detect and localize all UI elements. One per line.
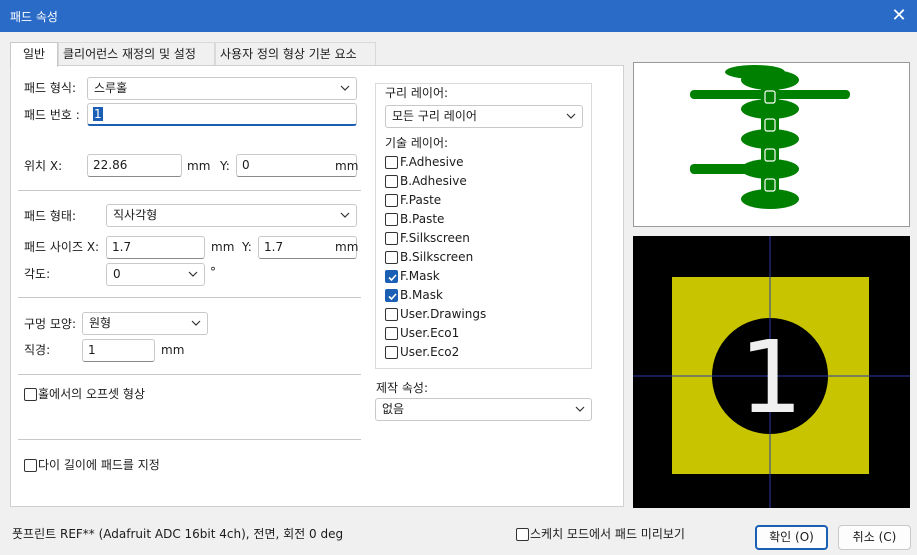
pad-size-y-label: Y: xyxy=(242,240,252,254)
layer-checkbox[interactable] xyxy=(385,308,398,321)
layer-label: B.Mask xyxy=(400,288,443,302)
position-x-value: 22.86 xyxy=(93,158,128,172)
layer-checkbox[interactable] xyxy=(385,232,398,245)
layer-label: User.Eco2 xyxy=(400,345,460,359)
diameter-label: 직경: xyxy=(24,343,51,357)
close-icon[interactable]: ✕ xyxy=(885,3,913,29)
tech-layer-label: 기술 레이어: xyxy=(385,136,449,150)
diameter-unit: mm xyxy=(161,343,185,357)
pad-size-y-unit: mm xyxy=(335,240,359,254)
layer-checkbox[interactable] xyxy=(385,270,398,283)
separator xyxy=(18,190,361,191)
check-icon xyxy=(388,293,397,301)
pad-type-value: 스루홀 xyxy=(94,81,128,95)
copper-layer-value: 모든 구리 레이어 xyxy=(392,109,477,123)
layer-label: B.Silkscreen xyxy=(400,250,474,264)
title-bar: 패드 속성 ✕ xyxy=(0,0,917,32)
angle-combo[interactable]: 0 xyxy=(106,263,205,286)
pad-shape-label: 패드 형태: xyxy=(24,209,77,223)
layer-checkbox[interactable] xyxy=(385,175,398,188)
layer-checkbox[interactable] xyxy=(385,194,398,207)
layer-checkbox[interactable] xyxy=(385,213,398,226)
pad-shape-select[interactable]: 직사각형 xyxy=(106,204,357,227)
layer-label: B.Adhesive xyxy=(400,174,467,188)
chevron-down-icon xyxy=(575,406,585,412)
position-x-input[interactable]: 22.86 xyxy=(87,154,182,177)
diameter-value: 1 xyxy=(88,343,96,357)
hole-shape-label: 구멍 모양: xyxy=(24,317,77,331)
footprint-drawing xyxy=(690,65,850,209)
layer-label: User.Eco1 xyxy=(400,326,460,340)
chevron-down-icon xyxy=(188,271,198,277)
chevron-down-icon xyxy=(191,320,201,326)
die-length-checkbox[interactable] xyxy=(24,459,37,472)
pad-stem xyxy=(761,80,779,200)
position-x-unit: mm xyxy=(187,159,211,173)
angle-label: 각도: xyxy=(24,267,51,281)
pad-size-x-unit: mm xyxy=(211,240,235,254)
pad-number-input[interactable]: 1 xyxy=(87,103,357,126)
footprint-preview xyxy=(633,62,910,227)
pad-shape xyxy=(725,65,785,79)
chevron-down-icon xyxy=(340,212,350,218)
position-y-value: 0 xyxy=(242,158,250,172)
pad-number-value: 1 xyxy=(93,107,103,121)
layer-label: F.Silkscreen xyxy=(400,231,470,245)
separator xyxy=(18,439,361,440)
copper-layer-label: 구리 레이어: xyxy=(385,86,449,100)
pad-size-y-value: 1.7 xyxy=(264,240,284,254)
pad-detail-drawing: 1 xyxy=(633,236,910,508)
position-x-label: 위치 X: xyxy=(24,159,63,173)
layer-label: B.Paste xyxy=(400,212,445,226)
layer-label: User.Drawings xyxy=(400,307,487,321)
fab-property-value: 없음 xyxy=(382,402,405,416)
pad-type-select[interactable]: 스루홀 xyxy=(87,77,357,100)
separator xyxy=(18,374,361,375)
pad-preview: 1 xyxy=(633,236,910,508)
layer-checkbox[interactable] xyxy=(385,251,398,264)
pad-number-label-preview: 1 xyxy=(739,319,803,436)
tab-general[interactable]: 일반 xyxy=(10,42,58,67)
footprint-status: 풋프린트 REF** (Adafruit ADC 16bit 4ch), 전면,… xyxy=(12,527,344,541)
pad-size-x-value: 1.7 xyxy=(112,240,132,254)
check-icon xyxy=(388,274,397,282)
position-y-unit: mm xyxy=(335,159,359,173)
copper-layer-select[interactable]: 모든 구리 레이어 xyxy=(385,105,583,128)
layer-label: F.Adhesive xyxy=(400,155,464,169)
separator xyxy=(18,297,361,298)
pad-size-x-input[interactable]: 1.7 xyxy=(106,236,205,259)
offset-checkbox[interactable] xyxy=(24,388,37,401)
die-length-label: 다이 길이에 패드를 지정 xyxy=(38,458,160,472)
position-y-label: Y: xyxy=(220,159,230,173)
layer-label: F.Paste xyxy=(400,193,442,207)
tab-custom-shape[interactable]: 사용자 정의 형상 기본 요소 xyxy=(215,42,376,66)
layer-checkbox[interactable] xyxy=(385,346,398,359)
tab-clearance[interactable]: 클리어런스 재정의 및 설정 xyxy=(58,42,215,66)
trace xyxy=(690,164,770,174)
chevron-down-icon xyxy=(566,113,576,119)
sketch-mode-checkbox[interactable] xyxy=(516,528,529,541)
angle-unit: ° xyxy=(210,265,216,279)
layer-checkbox[interactable] xyxy=(385,327,398,340)
pad-shape-value: 직사각형 xyxy=(113,208,158,222)
angle-value: 0 xyxy=(113,267,121,281)
offset-label: 홀에서의 오프셋 형상 xyxy=(38,387,145,401)
sketch-mode-label: 스케치 모드에서 패드 미리보기 xyxy=(530,527,685,541)
layer-label: F.Mask xyxy=(400,269,440,283)
chevron-down-icon xyxy=(340,85,350,91)
hole-shape-value: 원형 xyxy=(89,316,112,330)
ok-button[interactable]: 확인 (O) xyxy=(755,525,828,550)
hole-shape-select[interactable]: 원형 xyxy=(82,312,208,335)
fab-property-label: 제작 속성: xyxy=(376,381,429,395)
cancel-button[interactable]: 취소 (C) xyxy=(838,525,911,550)
layer-checkbox[interactable] xyxy=(385,156,398,169)
pad-type-label: 패드 형식: xyxy=(24,81,77,95)
pad-size-label: 패드 사이즈 X: xyxy=(24,240,100,254)
pad-number-label: 패드 번호 : xyxy=(24,108,80,122)
diameter-input[interactable]: 1 xyxy=(82,339,155,362)
fab-property-select[interactable]: 없음 xyxy=(375,398,592,421)
layer-checkbox[interactable] xyxy=(385,289,398,302)
window-title: 패드 속성 xyxy=(10,10,58,24)
